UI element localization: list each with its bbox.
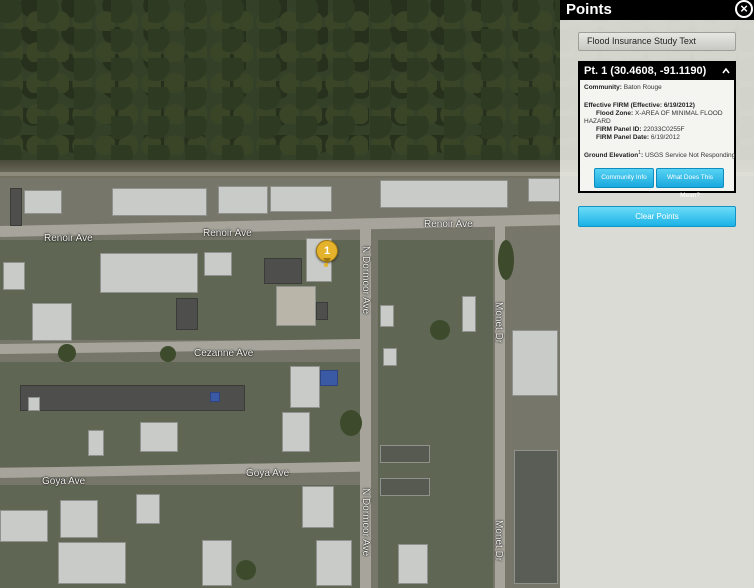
building [88,430,104,456]
building [282,412,310,452]
effective-firm: Effective FIRM (Effective: 6/19/2012) [584,102,695,110]
building [136,494,160,524]
point-card: Pt. 1 (30.4608, -91.1190) Community: Bat… [578,61,736,199]
building [398,544,428,584]
clear-points-button[interactable]: Clear Points [578,206,736,227]
flood-zone-cont: HAZARD [584,118,611,126]
street-label-goya-mid: Goya Ave [246,468,290,479]
effective-firm-text: Effective FIRM (Effective: 6/19/2012) [584,102,695,109]
street-label-renoir-mid: Renoir Ave [203,228,252,239]
building [462,296,476,332]
ground-elevation-label: Ground Elevation [584,152,639,160]
building [112,188,207,216]
points-panel: Points Flood Insurance Study Text Pt. 1 … [560,0,754,588]
street-label-renoir-west: Renoir Ave [44,233,93,244]
building [302,486,334,528]
flood-insurance-study-button[interactable]: Flood Insurance Study Text [578,32,736,51]
what-does-this-mean-button[interactable]: What Does This Mean? [656,168,724,199]
building [528,178,560,202]
building [204,252,232,276]
chevron-up-icon[interactable] [722,67,730,75]
building [60,500,98,538]
point-marker-pin [324,263,328,267]
building [320,370,338,386]
building [28,397,40,411]
building [218,186,268,214]
building [380,445,430,463]
building [380,305,394,327]
tree [160,346,176,362]
building [0,510,48,542]
community-row: Community: Baton Rouge [584,84,662,92]
building [270,186,332,212]
building [58,542,126,584]
panel-date-row: FIRM Panel Date: 6/19/2012 [596,134,680,142]
building [316,540,352,586]
building [380,180,508,208]
building [380,478,430,496]
tree [430,320,450,340]
flood-zone-row: Flood Zone: X-AREA OF MINIMAL FLOOD [596,110,723,118]
street-label-renoir-east: Renoir Ave [424,219,473,230]
community-info-button[interactable]: Community Info [594,168,654,188]
street-label-monet-north: Monet Dr [493,302,504,344]
street-label-monet-south: Monet Dr [493,520,504,562]
building [264,258,302,284]
street-label-cezanne: Cezanne Ave [194,348,254,359]
building [514,450,558,584]
point-card-header[interactable]: Pt. 1 (30.4608, -91.1190) [580,63,734,80]
street-label-goya-west: Goya Ave [42,476,86,487]
tree [58,344,76,362]
community-value: Baton Rouge [623,84,662,91]
point-title: Pt. 1 (30.4608, -91.1190) [584,65,707,77]
building [32,303,72,341]
panel-date-label: FIRM Panel Date: [596,134,650,141]
flood-zone-label: Flood Zone: [596,110,634,117]
panel-title: Points [566,1,612,18]
tree [498,240,514,280]
street-label-dormoor-north: N Dormoor Ave [360,246,371,315]
close-icon[interactable]: × [735,0,753,18]
street-label-dormoor-south: N Dormoor Ave [360,488,371,557]
building [202,540,232,586]
city-block [378,240,493,588]
panel-id-row: FIRM Panel ID: 22033C0255F [596,126,685,134]
flood-zone-value: X-AREA OF MINIMAL FLOOD [635,110,723,117]
building [512,330,558,396]
building [24,190,62,214]
panel-date-value: 6/19/2012 [650,134,680,141]
panel-header: Points [560,0,754,20]
building [10,188,22,226]
building [140,422,178,452]
flood-zone-value-2: HAZARD [584,118,611,125]
building [316,302,328,320]
tree [340,410,362,436]
building [3,262,25,290]
building [383,348,397,366]
building [176,298,198,330]
ground-elevation-value: USGS Service Not Responding [644,152,736,160]
community-label: Community: [584,84,622,91]
building [210,392,220,402]
parking-lot [276,286,316,326]
panel-id-value: 22033C0255F [643,126,685,133]
panel-id-label: FIRM Panel ID: [596,126,642,133]
building [290,366,320,408]
ground-elevation-row: Ground Elevation1: USGS Service Not Resp… [584,150,736,160]
tree [236,560,256,580]
building [100,253,198,293]
